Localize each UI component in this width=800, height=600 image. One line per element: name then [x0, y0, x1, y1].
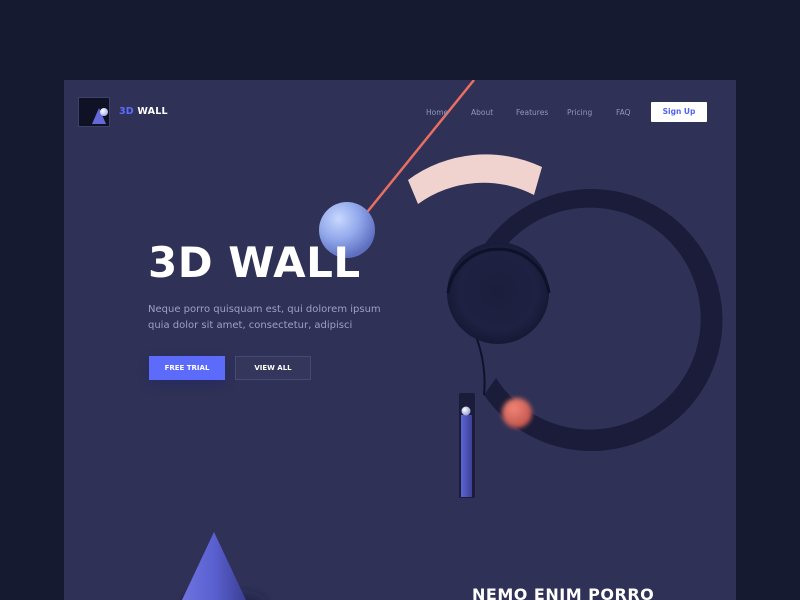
- logo-accent: 3D: [119, 106, 134, 117]
- nav-faq-link[interactable]: FAQ: [616, 108, 631, 117]
- hero-artwork: [182, 80, 723, 600]
- coral-ball: [502, 398, 532, 428]
- hero-description-line-1: Neque porro quisquam est, qui dolorem ip…: [148, 304, 381, 315]
- hero-title: 3D WALL: [148, 238, 361, 287]
- free-trial-button[interactable]: FREE TRIAL: [149, 356, 225, 380]
- landing-page-panel: 3D WALL Home About Features Pricing FAQ …: [64, 80, 736, 600]
- slot-bar: [461, 415, 472, 497]
- small-ball: [461, 406, 471, 416]
- nav-about-link[interactable]: About: [471, 108, 493, 117]
- nav-pricing-link[interactable]: Pricing: [567, 108, 592, 117]
- sign-up-button[interactable]: Sign Up: [651, 102, 707, 122]
- hero-description: Neque porro quisquam est, qui dolorem ip…: [148, 302, 398, 334]
- center-hole: [447, 242, 549, 344]
- cone-shape: [182, 532, 246, 600]
- pink-arc-segment: [408, 154, 542, 204]
- nav-features-link[interactable]: Features: [516, 108, 548, 117]
- logo-text[interactable]: 3D WALL: [119, 106, 168, 117]
- logo-icon[interactable]: [78, 97, 110, 127]
- section-heading: NEMO ENIM PORRO: [472, 585, 655, 600]
- logo-wordmark: WALL: [137, 106, 168, 117]
- logo-ball-icon: [100, 108, 108, 116]
- nav-home-link[interactable]: Home: [426, 108, 448, 117]
- hero-description-line-2: quia dolor sit amet, consectetur, adipis…: [148, 320, 353, 331]
- view-all-button[interactable]: VIEW ALL: [235, 356, 311, 380]
